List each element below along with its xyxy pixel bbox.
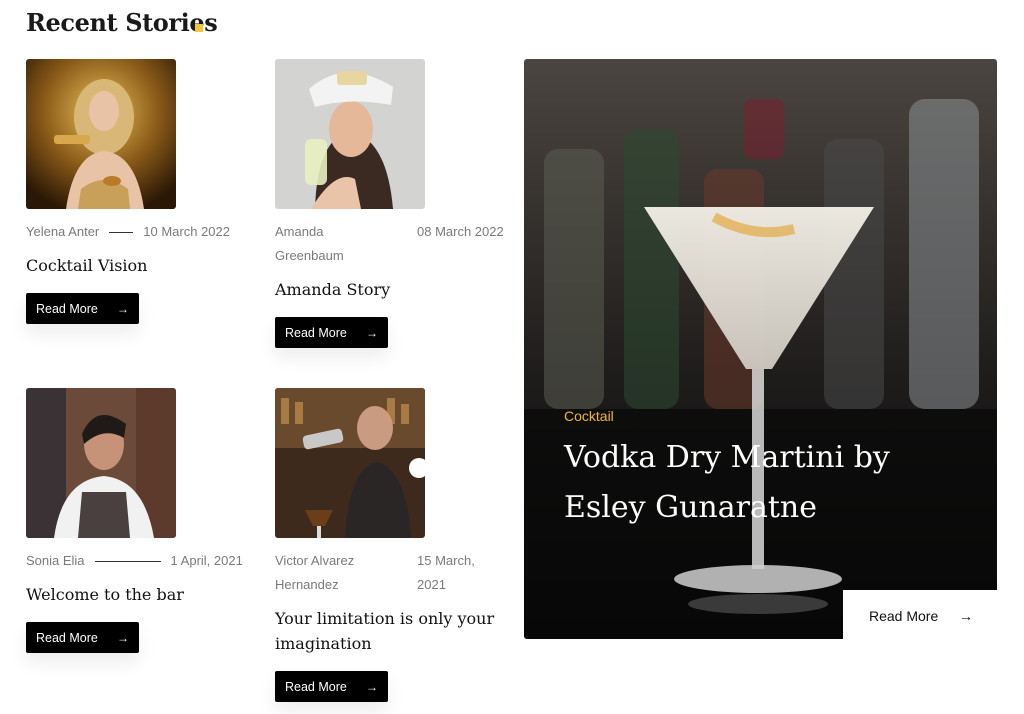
read-more-label: Read More [869,607,939,624]
story-date: 1 April, 2021 [170,553,243,568]
read-more-button[interactable]: Read More → [275,671,388,702]
meta-divider [109,232,134,233]
story-author: Yelena Anter [26,224,100,239]
bartender-apron-image [26,388,176,538]
story-title[interactable]: Amanda Story [275,277,505,302]
story-title[interactable]: Cocktail Vision [26,253,256,278]
woman-drinking-image [275,59,425,209]
read-more-label: Read More [36,630,98,645]
story-author: Victor Alvarez Hernandez [275,553,355,592]
story-date: 08 March 2022 [417,224,504,239]
story-meta: Yelena Anter 10 March 2022 [26,220,256,244]
martini-image [524,59,997,639]
story-meta: Amanda Greenbaum 08 March 2022 [275,220,505,268]
story-title[interactable]: Your limitation is only your imagination [275,606,505,656]
story-author: Sonia Elia [26,553,85,568]
story-author: Amanda Greenbaum [275,224,344,263]
story-card: Amanda Greenbaum 08 March 2022 Amanda St… [275,59,505,348]
story-image[interactable] [26,59,176,209]
story-image[interactable] [26,388,176,538]
story-card: Victor Alvarez Hernandez 15 March, 2021 … [275,388,505,702]
arrow-right-icon: → [366,325,378,340]
story-meta: Sonia Elia 1 April, 2021 [26,549,256,573]
featured-story[interactable]: Cocktail Vodka Dry Martini by Esley Guna… [524,59,997,639]
arrow-right-icon: → [117,630,129,645]
story-date: 10 March 2022 [143,224,230,239]
featured-title[interactable]: Vodka Dry Martini by Esley Gunaratne [564,433,894,533]
story-card: Sonia Elia 1 April, 2021 Welcome to the … [26,388,256,653]
story-date: 15 March, 2021 [417,553,475,592]
story-image[interactable] [275,388,425,538]
read-more-label: Read More [285,679,347,694]
story-image[interactable] [275,59,425,209]
read-more-button[interactable]: Read More → [26,622,139,653]
woman-shaker-image [26,59,176,209]
featured-category[interactable]: Cocktail [564,408,614,424]
read-more-label: Read More [285,325,347,340]
arrow-right-icon: → [117,301,129,316]
story-meta: Victor Alvarez Hernandez 15 March, 2021 [275,549,505,597]
section-title: Recent Stories [26,8,218,37]
read-more-button[interactable]: Read More → [26,293,139,324]
read-more-button[interactable]: Read More → [275,317,388,348]
meta-divider [94,561,161,562]
story-title[interactable]: Welcome to the bar [26,582,256,607]
arrow-right-icon: → [366,679,378,694]
bartender-pouring-image [275,388,425,538]
read-more-label: Read More [36,301,98,316]
featured-read-more-button[interactable]: Read More → [843,590,997,641]
title-accent-dot [195,24,203,32]
arrow-right-icon: → [959,607,973,624]
story-card: Yelena Anter 10 March 2022 Cocktail Visi… [26,59,256,324]
